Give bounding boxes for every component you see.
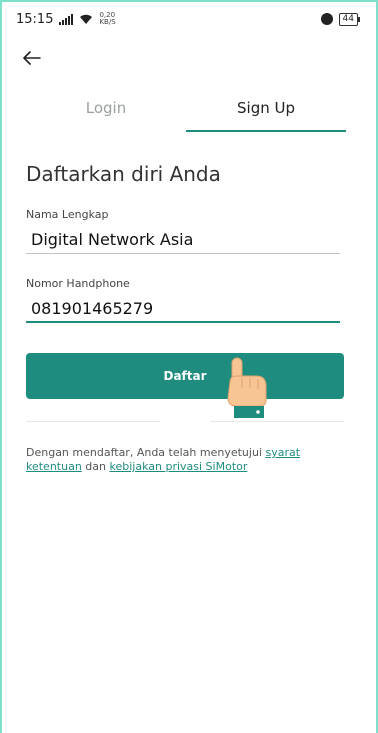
- status-right: 44: [320, 12, 361, 26]
- battery-icon: 44: [338, 12, 361, 26]
- speed-unit: KB/S: [99, 18, 116, 26]
- divider-left: [26, 421, 160, 422]
- auth-tabs: Login Sign Up: [26, 92, 346, 132]
- terms-middle: dan: [81, 460, 110, 473]
- tab-login[interactable]: Login: [26, 92, 186, 132]
- status-time: 15:15: [16, 11, 54, 27]
- page-title: Daftarkan diri Anda: [26, 162, 221, 186]
- pointing-hand-icon: [227, 357, 267, 418]
- phone-field[interactable]: [26, 295, 340, 323]
- tab-sign-up[interactable]: Sign Up: [186, 92, 346, 132]
- name-label: Nama Lengkap: [26, 208, 109, 221]
- divider-right: [210, 421, 344, 422]
- terms-prefix: Dengan mendaftar, Anda telah menyetujui: [26, 446, 266, 459]
- signal-icon: [59, 13, 74, 25]
- wifi-icon: [80, 14, 93, 24]
- alarm-icon: [320, 13, 333, 25]
- network-speed: 0,20 KB/S: [99, 12, 116, 26]
- kebijakan-privasi-link[interactable]: kebijakan privasi SiMotor: [110, 460, 248, 473]
- daftar-button[interactable]: Daftar: [26, 353, 344, 399]
- back-button[interactable]: [20, 46, 44, 70]
- name-field[interactable]: [26, 226, 340, 254]
- phone-label: Nomor Handphone: [26, 277, 130, 290]
- terms-text: Dengan mendaftar, Anda telah menyetujui …: [26, 446, 326, 474]
- back-arrow-icon: [23, 51, 41, 65]
- status-left: 15:15 0,20 KB/S: [16, 11, 116, 27]
- status-bar: 15:15 0,20 KB/S 44: [16, 6, 361, 32]
